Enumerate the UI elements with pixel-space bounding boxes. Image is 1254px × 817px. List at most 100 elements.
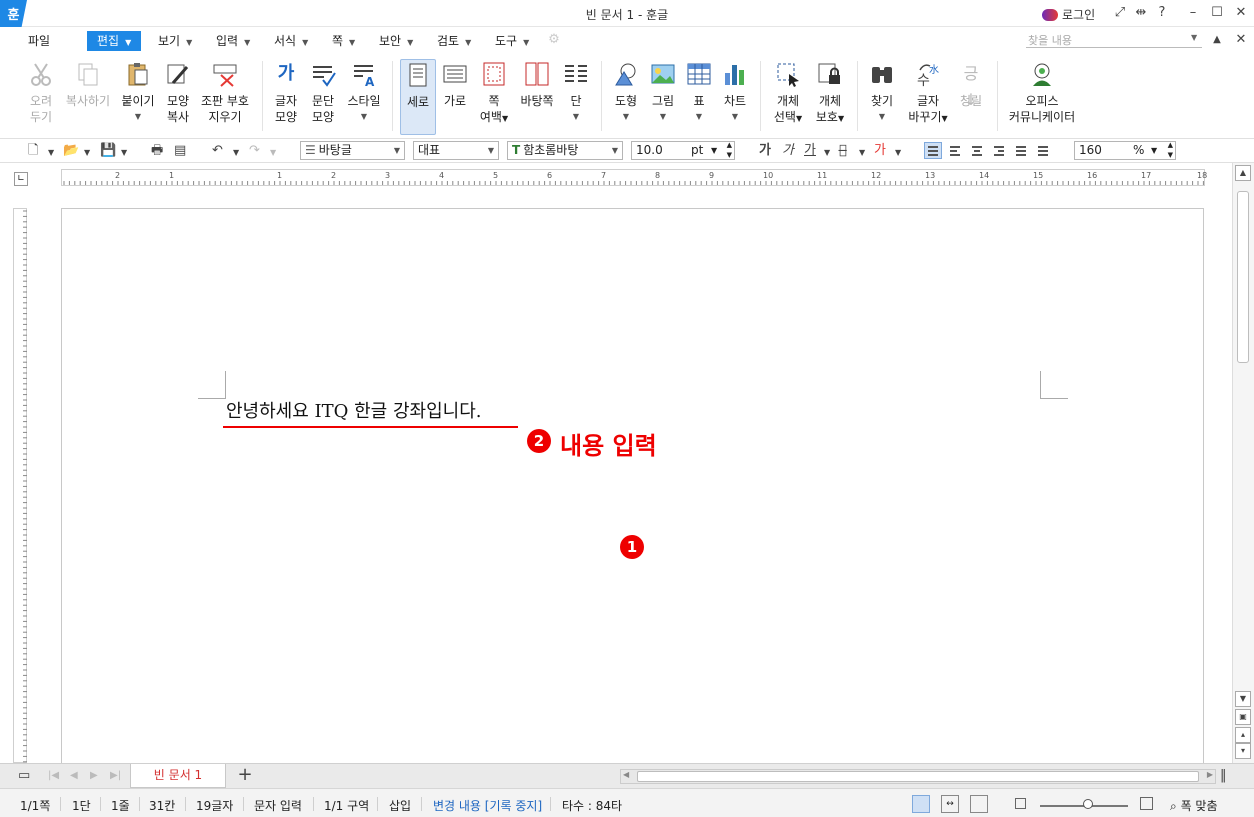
document-page[interactable] — [61, 208, 1204, 768]
next-page-icon[interactable]: ▾ — [1235, 743, 1251, 759]
underline-button[interactable]: 가 — [804, 143, 816, 159]
first-tab-icon[interactable]: |◀ — [48, 768, 59, 784]
style-combo[interactable]: ☰ 바탕글 ▼ — [300, 141, 405, 160]
menu-file[interactable]: 파일 — [24, 31, 54, 51]
chevron-down-icon[interactable]: ▼ — [233, 145, 239, 161]
landscape-button[interactable]: 가로 — [440, 61, 470, 109]
style-button[interactable]: A 스타일 ▼ — [344, 61, 384, 125]
document-text[interactable]: 안녕하세요 ITQ 한글 강좌입니다. — [226, 397, 481, 423]
status-track-changes[interactable]: 변경 내용 [기록 중지] — [433, 797, 542, 814]
last-tab-icon[interactable]: ▶| — [110, 768, 121, 784]
scroll-thumb[interactable] — [637, 771, 1199, 782]
divide-align-button[interactable] — [1034, 142, 1052, 159]
format-copy-button[interactable]: 모양 복사 — [162, 61, 194, 125]
protect-object-button[interactable]: 개체 보호▼ — [812, 61, 848, 127]
page-view-icon[interactable]: ▣ — [1235, 709, 1251, 725]
fullscreen-icon[interactable]: ⤢ — [1112, 5, 1128, 21]
menu-security[interactable]: 보안 ▼ — [375, 31, 417, 51]
cut-button[interactable]: 오려 두기 — [24, 61, 58, 125]
maximize-icon[interactable]: ☐ — [1209, 5, 1225, 21]
menu-insert[interactable]: 입력 ▼ — [212, 31, 254, 51]
italic-button[interactable]: 가 — [782, 143, 794, 159]
vertical-ruler[interactable] — [13, 208, 27, 763]
para-shape-button[interactable]: 문단 모양 — [306, 61, 340, 125]
scroll-down-icon[interactable]: ▼ — [1235, 691, 1251, 707]
find-button[interactable]: 찾기 ▼ — [866, 61, 898, 125]
split-view-icon[interactable]: ⇹ — [1133, 5, 1149, 21]
background-page-button[interactable]: 바탕쪽 — [518, 61, 556, 109]
erase-marks-button[interactable]: 조판 부호 지우기 — [199, 61, 251, 125]
chart-button[interactable]: 차트 ▼ — [720, 61, 750, 125]
scroll-right-icon[interactable]: ▶ — [1207, 770, 1213, 779]
replace-button[interactable]: 수水 글자 바꾸기▼ — [906, 61, 950, 127]
print-preview-icon[interactable]: ▤ — [174, 143, 186, 159]
zoom-in-icon[interactable] — [1140, 797, 1153, 810]
help-icon[interactable]: ? — [1154, 5, 1170, 21]
bold-button[interactable]: 가 — [759, 143, 771, 159]
chevron-down-icon[interactable]: ▼ — [859, 145, 865, 161]
fit-width-icon[interactable]: ↔ — [941, 795, 959, 813]
horizontal-ruler[interactable]: 2 1 1 2 3 4 5 6 7 8 9 10 11 12 13 14 15 16 17 18 — [61, 169, 1207, 186]
addon-icon[interactable]: ⚙ — [546, 32, 562, 48]
collapse-ribbon-icon[interactable]: ▲ — [1209, 32, 1225, 48]
search-input[interactable]: 찾을 내용 — [1026, 32, 1202, 48]
next-tab-icon[interactable]: ▶ — [90, 768, 98, 784]
normal-view-icon[interactable] — [912, 795, 930, 813]
chevron-down-icon[interactable]: ▼ — [895, 145, 901, 161]
scroll-thumb[interactable] — [1237, 191, 1249, 363]
scroll-up-icon[interactable]: ▲ — [1235, 165, 1251, 181]
chevron-down-icon[interactable]: ▼ — [1191, 33, 1197, 42]
zoom-combo[interactable]: 160 % ▼ ▲ ▼ — [1074, 141, 1176, 160]
paste-button[interactable]: 붙이기 ▼ — [118, 61, 158, 125]
left-align-button[interactable] — [946, 142, 964, 159]
full-page-icon[interactable] — [970, 795, 988, 813]
picture-button[interactable]: 그림 ▼ — [648, 61, 678, 125]
copy-button[interactable]: 복사하기 — [64, 61, 112, 109]
font-size-combo[interactable]: 10.0 pt ▼ ▲ ▼ — [631, 141, 735, 160]
margin-button[interactable]: 쪽 여백▼ — [476, 61, 512, 127]
menu-edit[interactable]: 편집 ▼ — [87, 31, 142, 51]
justify-align-button[interactable] — [924, 142, 942, 159]
redo-icon[interactable]: ↷ — [249, 143, 260, 159]
vertical-scrollbar[interactable]: ▲ ▼ ▣ ▴ ▾ — [1232, 163, 1254, 763]
menu-review[interactable]: 검토 ▼ — [433, 31, 475, 51]
horizontal-scrollbar[interactable]: ◀ ▶ — [620, 769, 1216, 784]
scroll-left-icon[interactable]: ◀ — [623, 770, 629, 779]
prev-page-icon[interactable]: ▴ — [1235, 727, 1251, 743]
menu-view[interactable]: 보기 ▼ — [154, 31, 196, 51]
open-folder-icon[interactable]: 📂 — [63, 143, 79, 159]
columns-button[interactable]: 단 ▼ — [562, 61, 590, 125]
select-object-button[interactable]: 개체 선택▼ — [770, 61, 806, 127]
zoom-out-icon[interactable] — [1015, 798, 1026, 809]
document-tab[interactable]: 빈 문서 1 — [130, 764, 226, 788]
add-tab-button[interactable]: + — [235, 766, 255, 786]
chevron-down-icon[interactable]: ▼ — [121, 145, 127, 161]
center-align-button[interactable] — [968, 142, 986, 159]
portrait-button[interactable]: 세로 — [400, 59, 436, 135]
fit-zoom-button[interactable]: ⌕ 폭 맞춤 — [1170, 797, 1218, 814]
minimize-icon[interactable]: – — [1185, 5, 1201, 21]
prev-tab-icon[interactable]: ◀ — [70, 768, 78, 784]
chevron-down-icon[interactable]: ▼ — [824, 145, 830, 161]
clear-button[interactable]: 긍↓ 청릴 — [956, 61, 986, 109]
save-icon[interactable]: 💾 — [100, 143, 116, 159]
font-combo[interactable]: T 함초롬바탕 ▼ — [507, 141, 623, 160]
right-align-button[interactable] — [990, 142, 1008, 159]
close-doc-icon[interactable]: ✕ — [1233, 32, 1249, 48]
chevron-down-icon[interactable]: ▼ — [270, 145, 276, 161]
close-icon[interactable]: ✕ — [1233, 5, 1249, 21]
menu-page[interactable]: 쪽 ▼ — [328, 31, 359, 51]
login-button[interactable]: 로그인 — [1042, 6, 1095, 23]
status-input-mode[interactable]: 문자 입력 — [254, 797, 302, 814]
office-communicator-button[interactable]: 오피스 커뮤니케이터 — [1006, 61, 1078, 125]
new-document-icon[interactable]: 🗋 — [28, 143, 38, 159]
status-insert-mode[interactable]: 삽입 — [389, 797, 411, 814]
shape-button[interactable]: 도형 ▼ — [610, 61, 642, 125]
strikethrough-icon[interactable]: 가̶ — [839, 143, 847, 159]
undo-icon[interactable]: ↶ — [212, 143, 223, 159]
menu-format[interactable]: 서식 ▼ — [270, 31, 312, 51]
distribute-align-button[interactable] — [1012, 142, 1030, 159]
chevron-down-icon[interactable]: ▼ — [48, 145, 54, 161]
tab-type-selector[interactable]: ∟ — [14, 172, 28, 186]
table-button[interactable]: 표 ▼ — [686, 61, 712, 125]
